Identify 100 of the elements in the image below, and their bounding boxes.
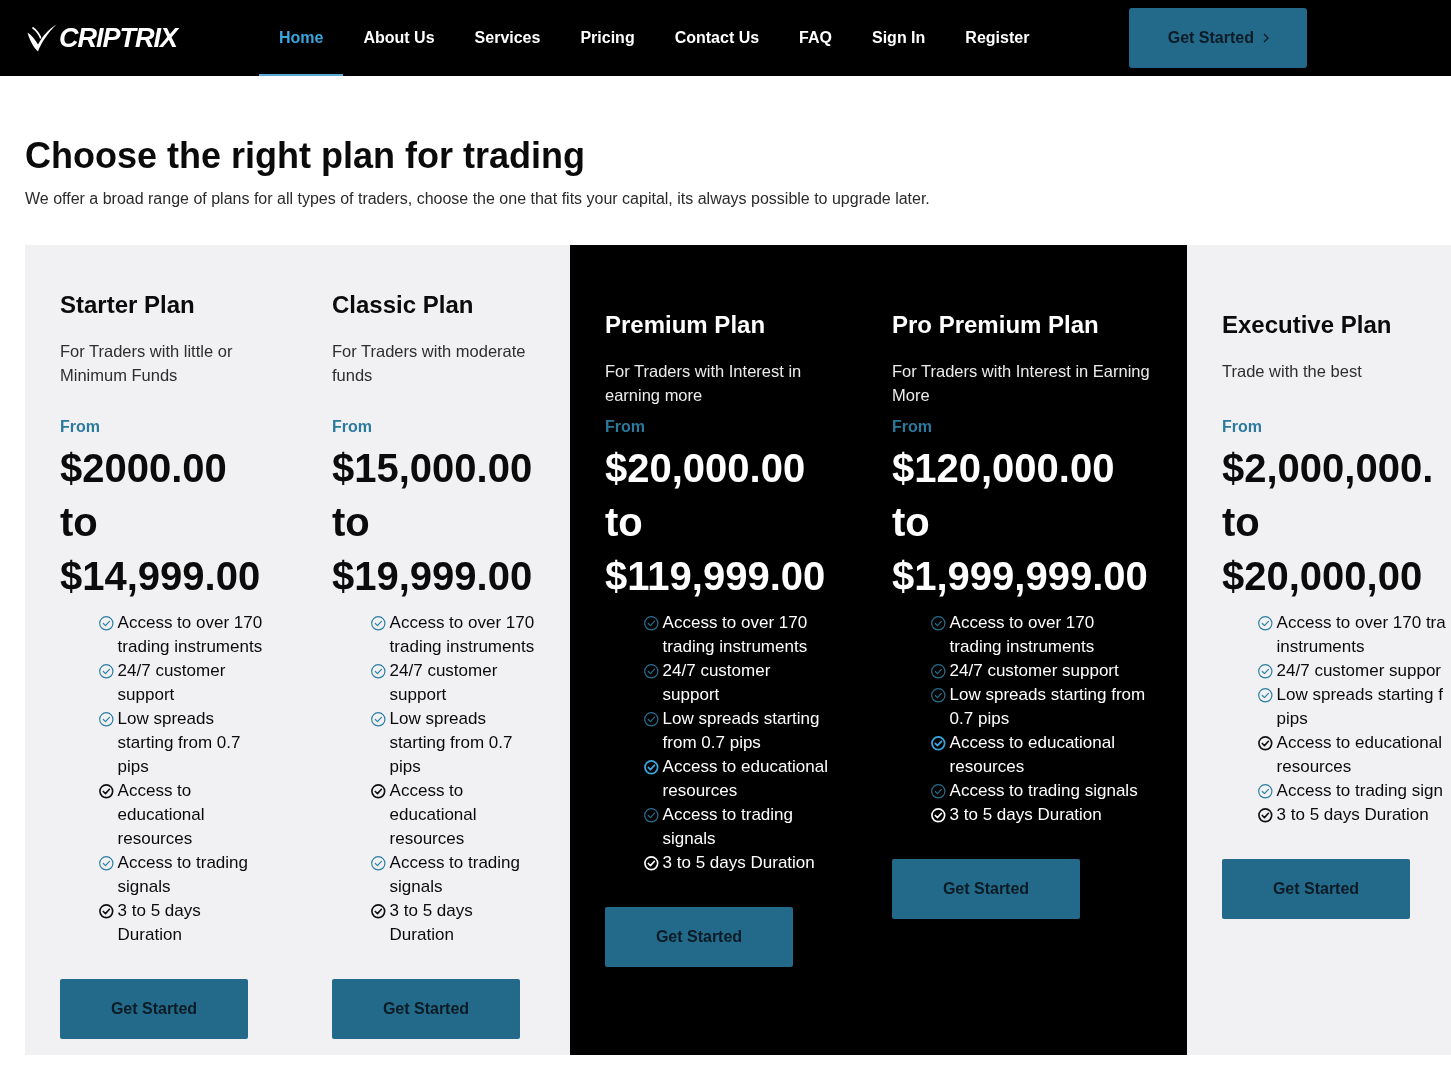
check-circle-icon (99, 712, 114, 727)
check-circle-icon (644, 808, 659, 823)
plan-title: Pro Premium Plan (892, 310, 1100, 339)
check-circle-icon (644, 760, 659, 775)
price-amount: $119,999.00 (605, 553, 822, 600)
price-range-word: to (60, 499, 99, 546)
feature-text: 3 to 5 days Duration (662, 852, 815, 874)
check-circle-icon (371, 856, 386, 871)
price-amount: $15,000.00 (332, 445, 534, 492)
check-circle-icon (931, 664, 946, 679)
page-heading: Choose the right plan for trading (25, 134, 586, 177)
feature-text: 24/7 customer support (389, 660, 499, 706)
feature-text: Access to trading sign (1276, 780, 1443, 802)
swoosh-logo-icon (27, 24, 57, 52)
plan-description: For Traders with Interest in Earning More (892, 361, 1151, 406)
check-circle-icon (371, 616, 386, 631)
check-circle-icon (99, 784, 114, 799)
plan-description: Trade with the best (1222, 361, 1363, 382)
from-label: From (60, 417, 101, 437)
feature-text: 24/7 customer support (662, 660, 772, 706)
feature-text: Low spreads starting f pips (1276, 684, 1443, 730)
from-label: From (1222, 417, 1263, 437)
price-range-word: to (1222, 499, 1261, 546)
from-label: From (892, 417, 933, 437)
check-circle-icon (371, 784, 386, 799)
feature-text: Access to educational resources (1276, 732, 1443, 778)
price-amount: $1,999,999.00 (892, 553, 1149, 600)
check-circle-icon (99, 664, 114, 679)
check-circle-icon (99, 616, 114, 631)
check-circle-icon (1258, 664, 1273, 679)
feature-text: Access to educational resources (662, 756, 829, 802)
feature-text: 24/7 customer support (117, 660, 227, 706)
check-circle-icon (99, 856, 114, 871)
feature-text: Access to educational resources (117, 780, 206, 850)
feature-text: 3 to 5 days Duration (949, 804, 1102, 826)
feature-text: 3 to 5 days Duration (389, 900, 474, 946)
nav-link[interactable]: Register (945, 0, 1050, 76)
feature-text: Access to over 170 trading instruments (117, 612, 264, 658)
feature-text: 3 to 5 days Duration (117, 900, 202, 946)
check-circle-icon (1258, 736, 1273, 751)
check-circle-icon (931, 688, 946, 703)
feature-text: Low spreads starting from 0.7 pips (389, 708, 514, 778)
price-amount: $2,000,000. (1222, 445, 1435, 492)
plan-title: Classic Plan (332, 290, 475, 319)
plan-title: Executive Plan (1222, 310, 1393, 339)
check-circle-icon (1258, 616, 1273, 631)
price-amount: $20,000.00 (605, 445, 807, 492)
from-label: From (332, 417, 373, 437)
check-circle-icon (931, 784, 946, 799)
price-range-word: to (605, 499, 644, 546)
chevron-right-icon (1263, 33, 1269, 43)
brand-logo[interactable]: CRIPTRIX (27, 24, 177, 52)
check-circle-icon (931, 736, 946, 751)
check-circle-icon (931, 616, 946, 631)
price-amount: $19,999.00 (332, 553, 534, 600)
feature-text: Access to educational resources (389, 780, 478, 850)
nav-link[interactable]: Contact Us (654, 0, 780, 76)
feature-text: 24/7 customer suppor (1276, 660, 1441, 682)
feature-text: Low spreads starting from 0.7 pips (949, 684, 1147, 730)
check-circle-icon (644, 856, 659, 871)
check-circle-icon (644, 616, 659, 631)
nav-link[interactable]: Services (454, 0, 561, 76)
feature-text: Low spreads starting from 0.7 pips (662, 708, 821, 754)
check-circle-icon (1258, 784, 1273, 799)
check-circle-icon (371, 904, 386, 919)
plan-title: Starter Plan (60, 290, 196, 319)
feature-text: Access to over 170 trading instruments (389, 612, 536, 658)
check-circle-icon (371, 712, 386, 727)
check-circle-icon (644, 712, 659, 727)
plan-title: Premium Plan (605, 310, 767, 339)
check-circle-icon (99, 904, 114, 919)
feature-text: Access to trading signals (389, 852, 521, 898)
feature-text: Low spreads starting from 0.7 pips (117, 708, 242, 778)
price-amount: $120,000.00 (892, 445, 1116, 492)
feature-text: Access to over 170 trading instruments (949, 612, 1096, 658)
price-range-word: to (332, 499, 371, 546)
check-circle-icon (1258, 808, 1273, 823)
nav-link[interactable]: About Us (343, 0, 455, 76)
plan-description: For Traders with Interest in earning more (605, 361, 803, 406)
feature-text: Access to over 170 tra instruments (1276, 612, 1446, 658)
price-amount: $14,999.00 (60, 553, 262, 600)
nav-link[interactable]: Home (259, 0, 344, 76)
check-circle-icon (644, 664, 659, 679)
nav-link[interactable]: Pricing (560, 0, 655, 76)
plan-description: For Traders with little or Minimum Funds (60, 341, 234, 386)
page-subheading: We offer a broad range of plans for all types of traders, choose the one that fits your capital, its always possible to upgrade later. (25, 189, 931, 209)
feature-text: 24/7 customer support (949, 660, 1119, 682)
check-circle-icon (1258, 688, 1273, 703)
feature-text: Access to trading signals (949, 780, 1138, 802)
check-circle-icon (931, 808, 946, 823)
feature-text: 3 to 5 days Duration (1276, 804, 1429, 826)
nav-link[interactable]: FAQ (779, 0, 852, 76)
from-label: From (605, 417, 646, 437)
feature-text: Access to educational resources (949, 732, 1116, 778)
price-amount: $20,000,00 (1222, 553, 1424, 600)
feature-text: Access to trading signals (662, 804, 794, 850)
feature-text: Access to over 170 trading instruments (662, 612, 809, 658)
nav-link[interactable]: Sign In (852, 0, 946, 76)
feature-text: Access to trading signals (117, 852, 249, 898)
price-range-word: to (892, 499, 931, 546)
